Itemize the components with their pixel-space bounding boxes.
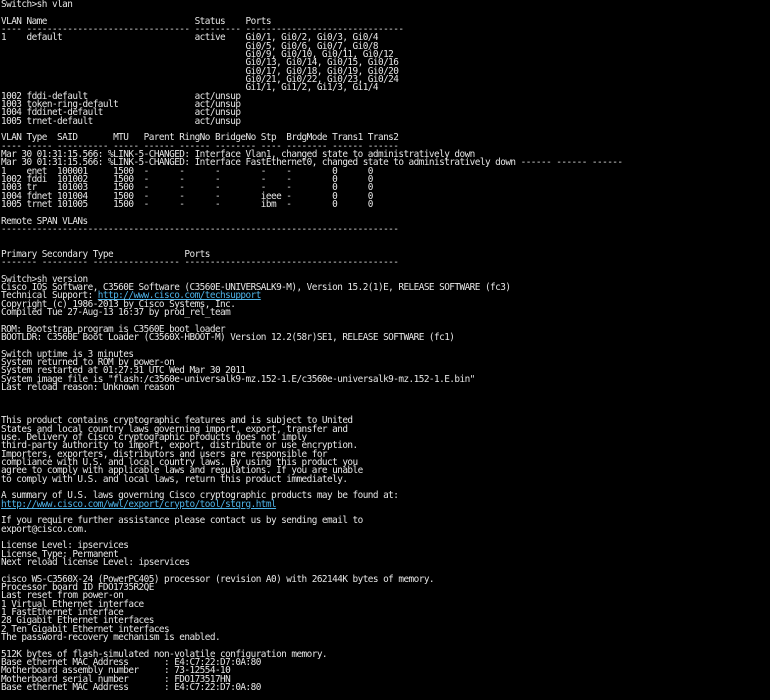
terminal-line: Next reload license Level: ipservices [1, 556, 770, 568]
terminal-text: BOOTLDR: C3560E Boot Loader (C3560X-HBOO… [1, 332, 455, 344]
terminal-line: The password-recovery mechanism is enabl… [1, 631, 770, 643]
terminal-line: 1005 trnet 101005 1500 - - - ibm - 0 0 [1, 198, 770, 210]
terminal-text: Next reload license Level: ipservices [1, 556, 190, 568]
terminal-line: ------- --------- ----------------- ----… [1, 257, 770, 269]
terminal-hyperlink[interactable]: http://www.cisco.com/wwl/export/crypto/t… [1, 499, 277, 510]
terminal-text: Base ethernet MAC Address : E4:C7:22:D7:… [1, 681, 261, 693]
terminal-line: Last reload reason: Unknown reason [1, 382, 770, 394]
terminal-text: ----------------------------------------… [1, 223, 399, 235]
terminal-text: 1005 trnet 101005 1500 - - - ibm - 0 0 [1, 198, 373, 210]
terminal-line: If you require further assistance please… [1, 516, 770, 525]
terminal-text: Compiled Tue 27-Aug-13 16:37 by prod_rel… [1, 307, 231, 319]
terminal-line: http://www.cisco.com/wwl/export/crypto/t… [1, 499, 770, 510]
terminal-text: ------- --------- ----------------- ----… [1, 257, 399, 269]
terminal-text: Last reload reason: Unknown reason [1, 382, 175, 394]
terminal-text: The password-recovery mechanism is enabl… [1, 631, 221, 643]
terminal-line: Base ethernet MAC Address : E4:C7:22:D7:… [1, 681, 770, 693]
terminal-line: Switch>sh vlan [1, 0, 770, 10]
terminal-line: export@cisco.com. [1, 523, 770, 535]
terminal-line: Compiled Tue 27-Aug-13 16:37 by prod_rel… [1, 307, 770, 319]
terminal-window[interactable]: Switch>sh vlan VLAN Name Status Ports ---… [0, 0, 770, 700]
terminal-text: export@cisco.com. [1, 523, 88, 535]
terminal-text: to comply with U.S. and local laws, retu… [1, 473, 348, 485]
terminal-line: ----------------------------------------… [1, 223, 770, 235]
terminal-line: to comply with U.S. and local laws, retu… [1, 473, 770, 485]
terminal-text: 1005 trnet-default act/unsup [1, 115, 241, 127]
terminal-line: BOOTLDR: C3560E Boot Loader (C3560X-HBOO… [1, 332, 770, 344]
terminal-line: 1005 trnet-default act/unsup [1, 115, 770, 127]
terminal-text: Switch>sh vlan [1, 0, 73, 10]
